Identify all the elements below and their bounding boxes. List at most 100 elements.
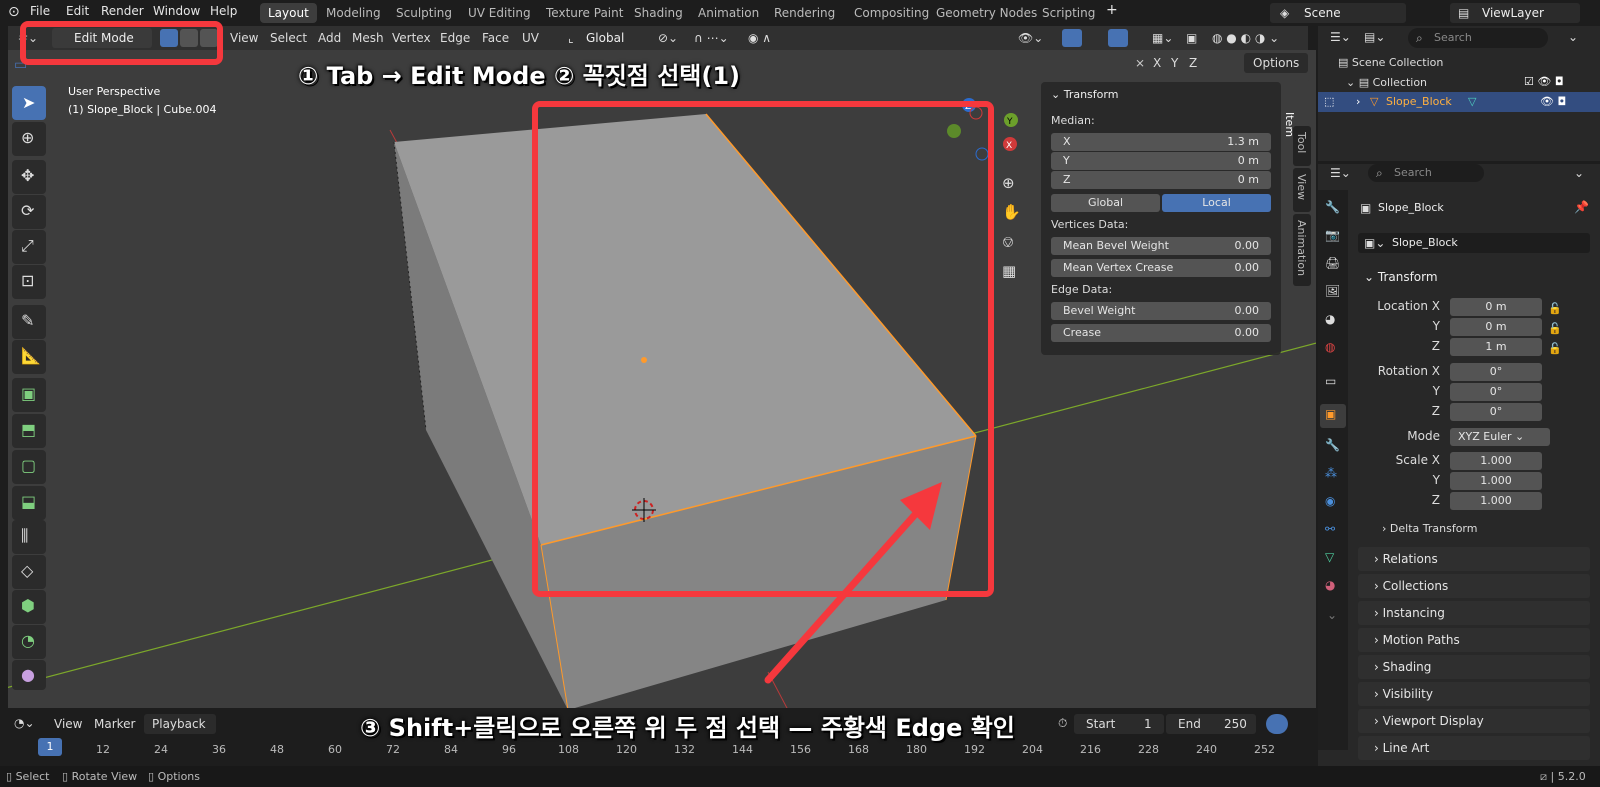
cursor-tool-button[interactable]: ⊕	[12, 122, 46, 156]
crease-field[interactable]: Crease 0.00	[1051, 324, 1271, 342]
xray-icon[interactable]: ▣	[1186, 29, 1197, 47]
extrude-tool-button[interactable]: ⬒	[12, 414, 46, 448]
section-instancing[interactable]: › Instancing	[1358, 601, 1590, 625]
bevel-weight-field[interactable]: Bevel Weight 0.00	[1051, 302, 1271, 320]
stopwatch-icon[interactable]: ⏱	[1058, 716, 1067, 731]
section-motion-paths[interactable]: › Motion Paths	[1358, 628, 1590, 652]
orientation-dropdown[interactable]: ⌞ Global	[568, 28, 644, 48]
rotation-mode-dropdown[interactable]: XYZ Euler ⌄	[1450, 428, 1550, 446]
tab-geometry-nodes[interactable]: Geometry Nodes	[928, 3, 1045, 23]
menu-face[interactable]: Face	[482, 29, 509, 47]
render-tab-icon[interactable]: 📷	[1325, 228, 1340, 242]
view-layer-selector[interactable]: ▤ ViewLayer	[1450, 3, 1580, 23]
tab-scripting[interactable]: Scripting	[1034, 3, 1103, 23]
location-z-field[interactable]: 1 m	[1450, 338, 1542, 356]
tab-texture-paint[interactable]: Texture Paint	[538, 3, 631, 23]
menu-add[interactable]: Add	[318, 29, 341, 47]
inset-tool-button[interactable]: ▢	[12, 450, 46, 484]
tab-view[interactable]: View	[1293, 168, 1311, 212]
outliner-search-input[interactable]: ⌕ Search	[1408, 28, 1548, 48]
grid-view-icon[interactable]: ▦	[1002, 262, 1016, 280]
timeline-editor-icon[interactable]: ◔⌄	[14, 716, 35, 730]
menu-mesh[interactable]: Mesh	[352, 29, 384, 47]
rotation-x-field[interactable]: 0°	[1450, 363, 1542, 381]
tab-animation[interactable]: Animation	[690, 3, 767, 23]
tab-rendering[interactable]: Rendering	[766, 3, 843, 23]
snap-icon[interactable]: ∩ ⋯⌄	[694, 29, 729, 47]
outliner-row-slope-block[interactable]: ⬚ › ▽ Slope_Block ▽ 👁 ◘	[1318, 92, 1600, 112]
properties-editor-icon[interactable]: ☰⌄	[1330, 166, 1351, 180]
median-x-field[interactable]: X 1.3 m	[1051, 133, 1271, 151]
move-tool-button[interactable]: ✥	[12, 160, 46, 194]
menu-edit[interactable]: Edit	[66, 4, 89, 18]
menu-edge[interactable]: Edge	[440, 29, 470, 47]
median-y-field[interactable]: Y0 m	[1051, 152, 1271, 170]
pan-hand-icon[interactable]: ✋	[1002, 203, 1021, 221]
menu-file[interactable]: File	[30, 4, 50, 18]
object-visibility-icons[interactable]: 👁 ◘	[1540, 95, 1566, 108]
loop-cut-tool-button[interactable]: ⫼	[12, 520, 46, 554]
add-workspace-icon[interactable]: +	[1106, 2, 1118, 18]
local-toggle[interactable]: Local	[1162, 194, 1271, 212]
lock-icons[interactable]: 🔓 🔓 🔓	[1548, 299, 1562, 359]
global-toggle[interactable]: Global	[1051, 194, 1160, 212]
playback-dropdown[interactable]: Playback	[144, 714, 216, 734]
timeline-marker-menu[interactable]: Marker	[94, 717, 135, 731]
section-shading[interactable]: › Shading	[1358, 655, 1590, 679]
tab-sculpting[interactable]: Sculpting	[388, 3, 460, 23]
scale-y-field[interactable]: 1.000	[1450, 472, 1542, 490]
axis-x-toggle[interactable]: X	[1153, 56, 1161, 70]
poly-build-tool-button[interactable]: ⬢	[12, 590, 46, 624]
axis-lock-icon[interactable]: ⨯	[1135, 56, 1145, 70]
scene-collection-item[interactable]: ▤ Scene Collection	[1338, 56, 1443, 69]
transform-section-header[interactable]: ⌄ Transform	[1364, 270, 1438, 284]
tab-uv-editing[interactable]: UV Editing	[460, 3, 539, 23]
menu-window[interactable]: Window	[153, 4, 200, 18]
rotate-tool-button[interactable]: ⟳	[12, 195, 46, 229]
properties-search-input[interactable]: ⌕ Search	[1368, 164, 1484, 182]
section-relations[interactable]: › Relations	[1358, 547, 1590, 571]
smooth-tool-button[interactable]: ●	[12, 660, 46, 690]
rotation-y-field[interactable]: 0°	[1450, 383, 1542, 401]
section-line-art[interactable]: › Line Art	[1358, 736, 1590, 760]
measure-tool-button[interactable]: 📐	[12, 340, 46, 374]
tab-tool[interactable]: Tool	[1293, 126, 1311, 166]
spin-tool-button[interactable]: ◔	[12, 625, 46, 659]
collection-item[interactable]: ⌄ ▤ Collection	[1346, 76, 1427, 89]
output-tab-icon[interactable]: 🖨	[1325, 256, 1340, 270]
menu-view[interactable]: View	[230, 29, 258, 47]
section-visibility[interactable]: › Visibility	[1358, 682, 1590, 706]
mesh-edit-overlay-icon[interactable]: ▦⌄	[1152, 29, 1173, 47]
tab-compositing[interactable]: Compositing	[846, 3, 937, 23]
keying-toggle[interactable]	[1266, 714, 1288, 734]
view-layer-tab-icon[interactable]: 🖼	[1325, 284, 1340, 298]
timeline-view-menu[interactable]: View	[54, 717, 82, 731]
outliner-editor-icon[interactable]: ☰⌄	[1330, 30, 1351, 44]
end-frame-field[interactable]: End 250	[1166, 714, 1256, 734]
mean-vertex-crease-field[interactable]: Mean Vertex Crease 0.00	[1051, 259, 1271, 277]
collection-visibility-icons[interactable]: ☑ 👁 ◘	[1524, 75, 1564, 88]
menu-uv[interactable]: UV	[522, 29, 539, 47]
menu-render[interactable]: Render	[101, 4, 144, 18]
start-frame-field[interactable]: Start 1	[1074, 714, 1164, 734]
scale-x-field[interactable]: 1.000	[1450, 452, 1542, 470]
proportional-edit-icon[interactable]: ◉ ∧	[748, 29, 771, 47]
tool-tab-icon[interactable]: 🔧	[1325, 200, 1340, 214]
options-chevron-icon[interactable]: ⌄	[1574, 166, 1584, 180]
delta-transform-subsection[interactable]: › Delta Transform	[1382, 522, 1477, 535]
tab-modeling[interactable]: Modeling	[318, 3, 389, 23]
constraints-tab-icon[interactable]: ⚯	[1325, 522, 1335, 536]
select-tool-button[interactable]: ➤	[12, 86, 46, 120]
gizmo-toggle-button[interactable]	[1062, 29, 1082, 47]
knife-tool-button[interactable]: ◇	[12, 555, 46, 589]
tab-shading[interactable]: Shading	[626, 3, 691, 23]
axis-z-toggle[interactable]: Z	[1189, 56, 1197, 70]
shading-modes-icon[interactable]: ◍ ● ◐ ◑ ⌄	[1212, 29, 1279, 47]
section-viewport-display[interactable]: › Viewport Display	[1358, 709, 1590, 733]
overlay-toggle-button[interactable]	[1108, 29, 1128, 47]
camera-icon[interactable]: ⎊	[1002, 233, 1014, 251]
menu-help[interactable]: Help	[210, 4, 237, 18]
transform-panel-title[interactable]: ⌄ Transform	[1051, 88, 1118, 101]
menu-select[interactable]: Select	[270, 29, 307, 47]
scale-z-field[interactable]: 1.000	[1450, 492, 1542, 510]
